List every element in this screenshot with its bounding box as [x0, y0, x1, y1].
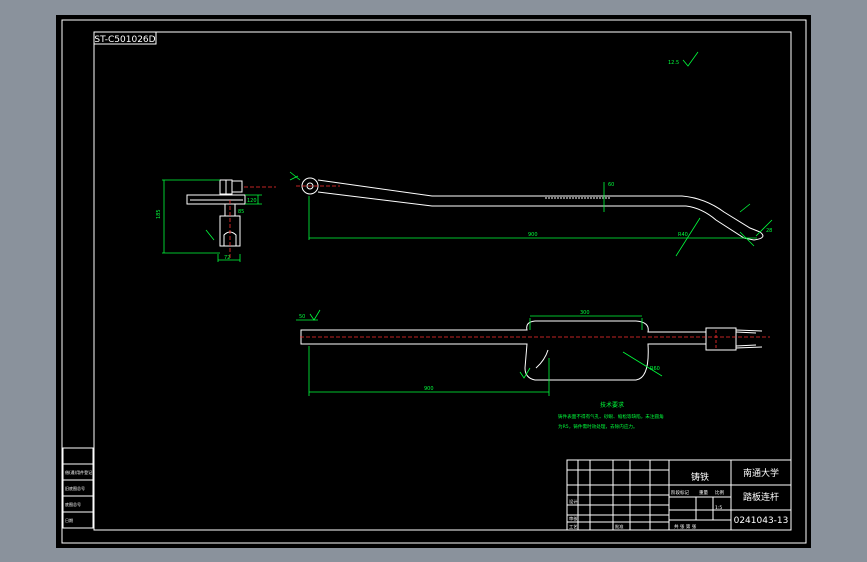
svg-text:共 张 第 张: 共 张 第 张	[674, 523, 697, 530]
svg-text:借(通)用件登记: 借(通)用件登记	[65, 469, 92, 475]
svg-text:60: 60	[608, 182, 614, 188]
svg-text:铸铁: 铸铁	[691, 471, 709, 483]
svg-text:底图总号: 底图总号	[65, 501, 81, 507]
svg-text:技术要求: 技术要求	[600, 401, 624, 409]
svg-text:为R5，铸件需时效处理，去除内应力。: 为R5，铸件需时效处理，去除内应力。	[558, 423, 638, 430]
svg-text:900: 900	[424, 386, 434, 392]
svg-text:工艺: 工艺	[569, 524, 577, 529]
side-view: 185 120 72 85	[156, 179, 276, 262]
elevation-view: 900 60 R40 28	[289, 171, 772, 257]
cad-drawing: ST-C501026D 12.5 185 120 72 85 900 60 R4…	[61, 19, 807, 544]
svg-text:900: 900	[528, 232, 538, 238]
svg-text:R60: R60	[650, 366, 660, 372]
drawing-code: ST-C501026D	[94, 35, 155, 45]
svg-text:50: 50	[299, 314, 305, 320]
svg-text:比例: 比例	[715, 489, 724, 496]
outer-frame	[61, 19, 807, 544]
svg-text:185: 185	[156, 209, 162, 219]
svg-text:重量: 重量	[699, 489, 708, 496]
svg-text:踏板连杆: 踏板连杆	[743, 491, 779, 503]
plan-view: 900 300 R60 50	[296, 309, 770, 396]
svg-text:批准: 批准	[615, 523, 623, 530]
svg-text:85: 85	[238, 209, 244, 215]
svg-text:日期: 日期	[65, 517, 73, 523]
svg-text:R40: R40	[678, 232, 688, 238]
svg-text:1:5: 1:5	[715, 505, 722, 511]
inner-frame	[93, 31, 792, 531]
svg-text:铸件表面不得有气孔、砂眼、缩松等缺陷，未注圆角: 铸件表面不得有气孔、砂眼、缩松等缺陷，未注圆角	[558, 413, 664, 420]
svg-text:300: 300	[580, 310, 590, 316]
svg-text:审核: 审核	[569, 515, 578, 522]
svg-text:12.5: 12.5	[668, 60, 679, 66]
svg-text:设计: 设计	[569, 498, 577, 505]
svg-text:0241043-13: 0241043-13	[734, 516, 789, 526]
svg-text:72: 72	[224, 255, 230, 261]
title-block: 铸铁 南通大学 踏板连杆 0241043-13 阶段标记 重量 比例 1:5 共…	[566, 459, 792, 531]
left-info-block: 借(通)用件登记 旧底图总号 底图总号 日期	[62, 447, 94, 529]
svg-text:南通大学: 南通大学	[743, 467, 779, 479]
roughness-mark: 12.5	[668, 51, 699, 67]
technical-requirements: 技术要求 铸件表面不得有气孔、砂眼、缩松等缺陷，未注圆角 为R5，铸件需时效处理…	[558, 401, 664, 430]
svg-text:阶段标记: 阶段标记	[671, 489, 689, 496]
svg-text:28: 28	[766, 228, 772, 234]
svg-text:120: 120	[247, 198, 257, 204]
svg-text:旧底图总号: 旧底图总号	[65, 485, 85, 491]
